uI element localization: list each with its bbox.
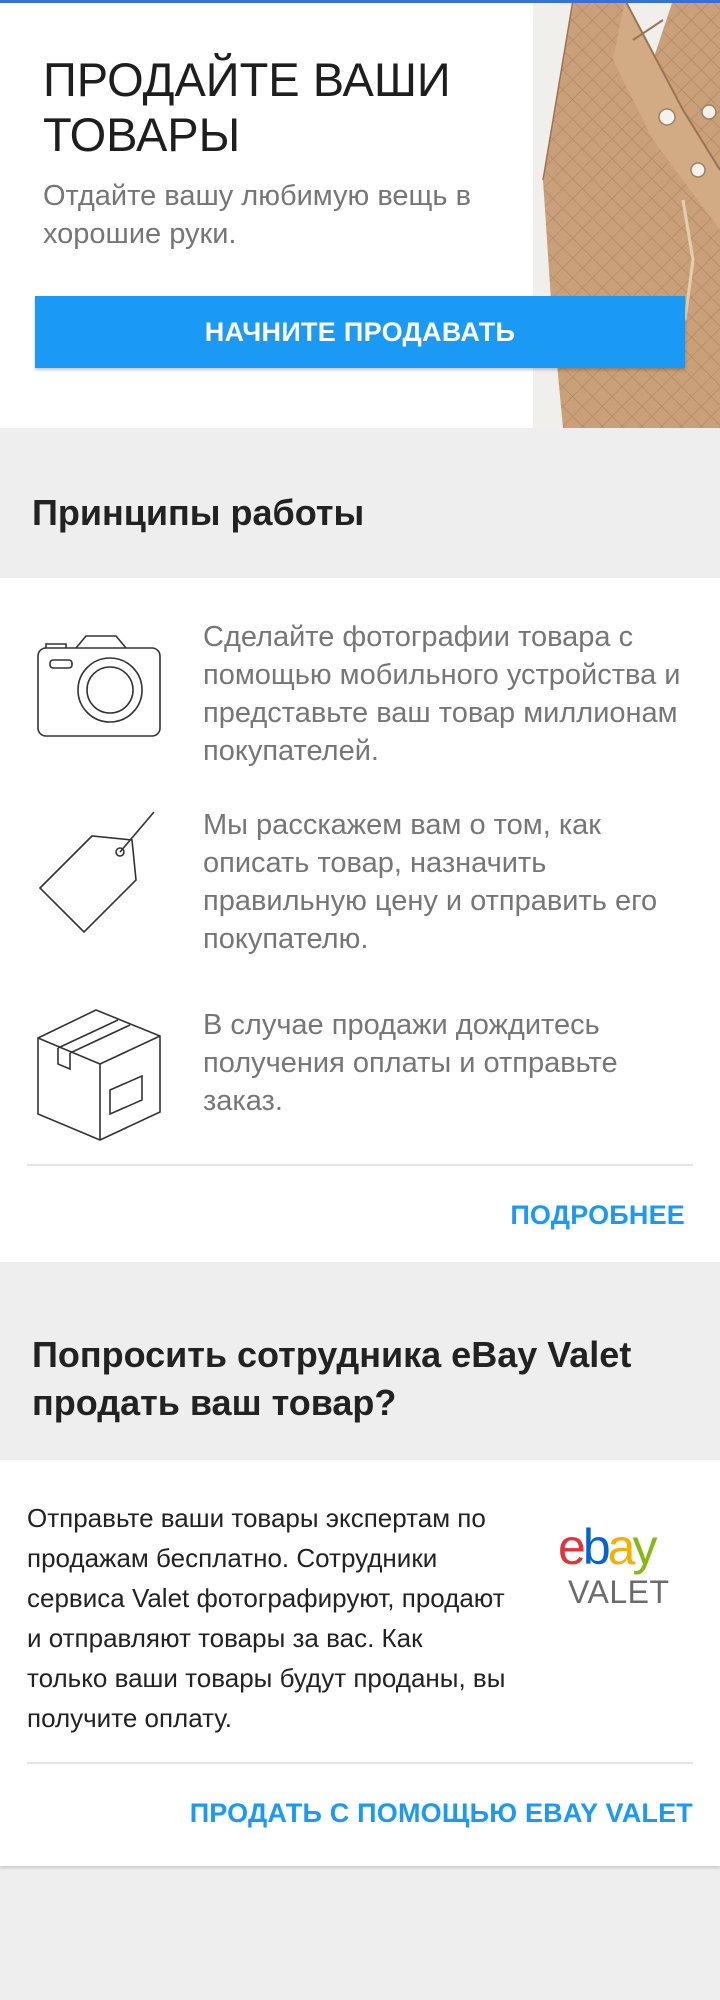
valet-divider <box>27 1762 693 1764</box>
package-box-icon <box>32 1006 166 1146</box>
how-it-works-title: Принципы работы <box>32 492 365 533</box>
valet-card: Отправьте ваши товары экспертам по прода… <box>0 1460 720 1866</box>
valet-description: Отправьте ваши товары экспертам по прода… <box>27 1503 506 1733</box>
more-details-link[interactable]: ПОДРОБНЕЕ <box>510 1200 685 1231</box>
start-selling-button[interactable]: НАЧНИТЕ ПРОДАВАТЬ <box>35 296 685 368</box>
step-photo-text: Сделайте фотографии товара с помощью моб… <box>203 621 681 767</box>
how-it-works-divider <box>27 1164 693 1166</box>
top-accent-line <box>0 0 720 3</box>
svg-text:VALET: VALET <box>568 1574 670 1606</box>
price-tag-icon <box>32 806 166 946</box>
hero-title: ПРОДАЙТЕ ВАШИ ТОВАРЫ <box>43 53 451 161</box>
valet-title: Попросить сотрудника eBay Valet продать … <box>32 1334 632 1423</box>
step-ship-text: В случае продажи дождитесь получения опл… <box>203 1009 618 1117</box>
sell-with-valet-link[interactable]: ПРОДАТЬ С ПОМОЩЬЮ EBAY VALET <box>190 1798 693 1829</box>
svg-text:ebay: ebay <box>558 1519 657 1575</box>
how-it-works-card: Сделайте фотографии товара с помощью моб… <box>0 578 720 1262</box>
hero-subtitle: Отдайте вашу любимую вещь в хорошие руки… <box>43 180 471 250</box>
camera-icon <box>32 618 166 758</box>
ebay-valet-logo: ebay VALET <box>556 1516 691 1610</box>
sell-hero-banner: ПРОДАЙТЕ ВАШИ ТОВАРЫ Отдайте вашу любиму… <box>0 0 720 428</box>
how-it-works-header: Принципы работы <box>0 428 720 578</box>
step-describe-text: Мы расскажем вам о том, как описать това… <box>203 809 658 955</box>
valet-header: Попросить сотрудника eBay Valet продать … <box>0 1262 720 1460</box>
